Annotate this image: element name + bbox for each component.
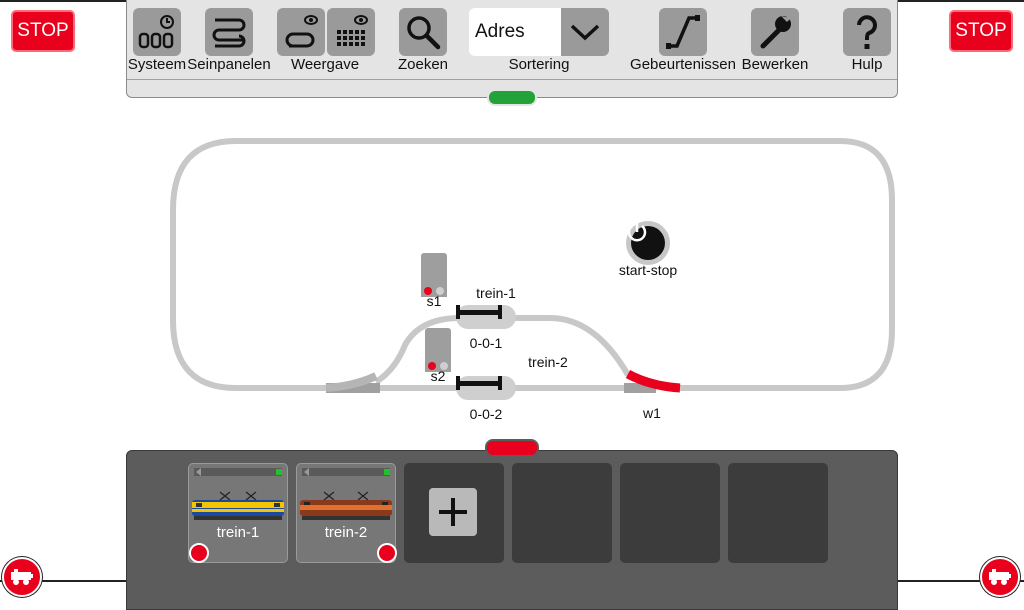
toolbar: Systeem Seinpanelen Weergave Zoeken Adre… xyxy=(126,0,898,98)
signal-panels-label: Seinpanelen xyxy=(187,56,271,73)
loco-function-indicator[interactable] xyxy=(377,543,397,563)
loco-slot-empty[interactable] xyxy=(728,463,828,563)
speed-indicator xyxy=(276,469,282,475)
signal-s1-label: s1 xyxy=(426,293,442,309)
speed-indicator xyxy=(384,469,390,475)
loco-card-trein-2[interactable]: trein-2 xyxy=(296,463,397,563)
grid-view-icon[interactable] xyxy=(327,8,375,56)
signal-s2-label: s2 xyxy=(430,368,446,384)
track-view-icon[interactable] xyxy=(277,8,325,56)
sort-label: Sortering xyxy=(508,56,570,73)
speed-bar[interactable] xyxy=(302,468,390,476)
loco-function-indicator[interactable] xyxy=(189,543,209,563)
start-stop-label: start-stop xyxy=(618,262,678,278)
speed-bar[interactable] xyxy=(194,468,282,476)
loco-slot-empty[interactable] xyxy=(620,463,720,563)
top-right-edge-line xyxy=(898,0,1024,2)
loco-name: trein-2 xyxy=(324,524,368,541)
block-bar-icon xyxy=(456,305,502,319)
loco-image-red-orange xyxy=(300,491,392,520)
loco-slot-add[interactable] xyxy=(404,463,504,563)
signal-panels-icon[interactable] xyxy=(205,8,253,56)
system-icon[interactable] xyxy=(133,8,181,56)
wrench-icon[interactable] xyxy=(751,8,799,56)
plus-icon[interactable] xyxy=(429,488,477,536)
events-icon[interactable] xyxy=(659,8,707,56)
outer-loop-track xyxy=(286,138,895,391)
chevron-down-icon[interactable] xyxy=(561,8,609,56)
direction-left-icon xyxy=(304,468,309,476)
system-label: Systeem xyxy=(127,56,187,73)
stop-button-right[interactable]: STOP xyxy=(949,10,1013,52)
start-stop-button[interactable] xyxy=(626,221,670,265)
loco-slot-empty[interactable] xyxy=(512,463,612,563)
block-bar-icon xyxy=(456,376,502,390)
block-0-0-1[interactable] xyxy=(456,305,516,329)
block-0-0-2-label: 0-0-2 xyxy=(469,406,503,422)
address-sort-field[interactable]: Adres xyxy=(469,8,561,56)
direction-left-icon xyxy=(196,468,201,476)
stop-button-left[interactable]: STOP xyxy=(11,10,75,52)
outer-loop-track-left xyxy=(170,138,376,391)
search-icon[interactable] xyxy=(399,8,447,56)
edit-label: Bewerken xyxy=(741,56,809,73)
loco-card-trein-1[interactable]: trein-1 xyxy=(188,463,288,563)
train-2-label: trein-2 xyxy=(528,354,568,370)
view-label: Weergave xyxy=(290,56,360,73)
block-0-0-2[interactable] xyxy=(456,376,516,400)
loco-name: trein-1 xyxy=(216,524,260,541)
loco-image-yellow-blue xyxy=(192,491,284,520)
toolbar-divider xyxy=(127,79,897,80)
train-1-label: trein-1 xyxy=(476,285,516,301)
signal-s2[interactable] xyxy=(425,328,451,372)
loco-panel-drag-handle[interactable] xyxy=(485,439,539,457)
power-icon[interactable] xyxy=(627,223,665,260)
help-label: Hulp xyxy=(851,56,883,73)
top-left-edge-line xyxy=(0,0,126,2)
block-0-0-1-label: 0-0-1 xyxy=(469,335,503,351)
search-label: Zoeken xyxy=(397,56,449,73)
train-icon-right[interactable] xyxy=(980,557,1020,597)
turnout-w1-label: w1 xyxy=(643,405,661,421)
events-label: Gebeurtenissen xyxy=(630,56,736,73)
track-layout: start-stop s1 s2 trein-1 0-0-1 trein-2 0… xyxy=(0,100,1024,440)
help-icon[interactable] xyxy=(843,8,891,56)
loco-panel: trein-1 trein-2 xyxy=(126,450,898,610)
signal-s1[interactable] xyxy=(421,253,447,297)
train-icon-left[interactable] xyxy=(2,557,42,597)
